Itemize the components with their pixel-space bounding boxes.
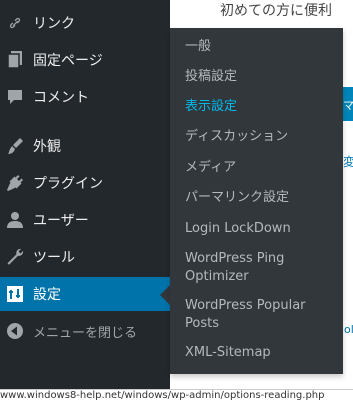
tools-icon	[5, 247, 25, 267]
admin-sidebar: リンク 固定ページ コメント 外観 プラグイン ユーザー ツール 設定 メニュー…	[0, 0, 170, 392]
sidebar-item-label: ユーザー	[33, 213, 89, 229]
sidebar-item-label: リンク	[33, 16, 75, 32]
sidebar-item-appearance[interactable]: 外観	[0, 129, 170, 163]
sidebar-item-links[interactable]: リンク	[0, 6, 170, 40]
submenu-item-xml-sitemap[interactable]: XML-Sitemap	[185, 344, 335, 362]
sidebar-item-label: ツール	[33, 250, 75, 266]
submenu-item-reading[interactable]: 表示設定	[185, 98, 335, 116]
sidebar-item-label: メニューを閉じる	[33, 325, 138, 341]
settings-icon	[5, 284, 25, 304]
collapse-menu-button[interactable]: メニューを閉じる	[0, 314, 170, 348]
sidebar-item-users[interactable]: ユーザー	[0, 203, 170, 237]
submenu-item-media[interactable]: メディア	[185, 159, 335, 177]
primary-button-label-fragment: マ	[343, 99, 353, 112]
collapse-icon	[5, 321, 25, 341]
flyout-pointer	[160, 285, 170, 305]
sidebar-item-label: 外観	[33, 139, 61, 155]
submenu-item-permalinks[interactable]: パーマリンク設定	[185, 189, 335, 207]
users-icon	[5, 210, 25, 230]
sidebar-item-settings[interactable]: 設定	[0, 277, 170, 311]
settings-submenu-flyout: 一般 投稿設定 表示設定 ディスカッション メディア パーマリンク設定 Logi…	[170, 28, 343, 374]
sidebar-item-label: コメント	[33, 90, 89, 106]
submenu-item-popular-posts[interactable]: WordPress Popular Posts	[185, 297, 335, 333]
browser-status-bar: www.windows8-help.net/windows/wp-admin/o…	[0, 389, 353, 402]
sidebar-item-plugins[interactable]: プラグイン	[0, 166, 170, 200]
sidebar-item-comments[interactable]: コメント	[0, 80, 170, 114]
content-link-fragment-2[interactable]: oli	[344, 323, 353, 336]
sidebar-item-label: 設定	[33, 287, 61, 303]
content-heading-fragment: 初めての方に便利	[220, 3, 332, 19]
submenu-item-general[interactable]: 一般	[185, 38, 335, 56]
submenu-item-ping-optimizer[interactable]: WordPress Ping Optimizer	[185, 250, 335, 286]
pages-icon	[5, 50, 25, 70]
sidebar-item-label: 固定ページ	[33, 53, 103, 69]
submenu-item-login-lockdown[interactable]: Login LockDown	[185, 220, 335, 238]
status-url: www.windows8-help.net/windows/wp-admin/o…	[0, 390, 325, 401]
sidebar-item-pages[interactable]: 固定ページ	[0, 43, 170, 77]
submenu-item-writing[interactable]: 投稿設定	[185, 68, 335, 86]
appearance-icon	[5, 136, 25, 156]
comments-icon	[5, 87, 25, 107]
link-icon	[5, 13, 25, 33]
submenu-item-discussion[interactable]: ディスカッション	[185, 128, 335, 146]
plugins-icon	[5, 173, 25, 193]
sidebar-item-label: プラグイン	[33, 176, 103, 192]
sidebar-item-tools[interactable]: ツール	[0, 240, 170, 274]
content-link-fragment[interactable]: 変	[343, 153, 353, 170]
